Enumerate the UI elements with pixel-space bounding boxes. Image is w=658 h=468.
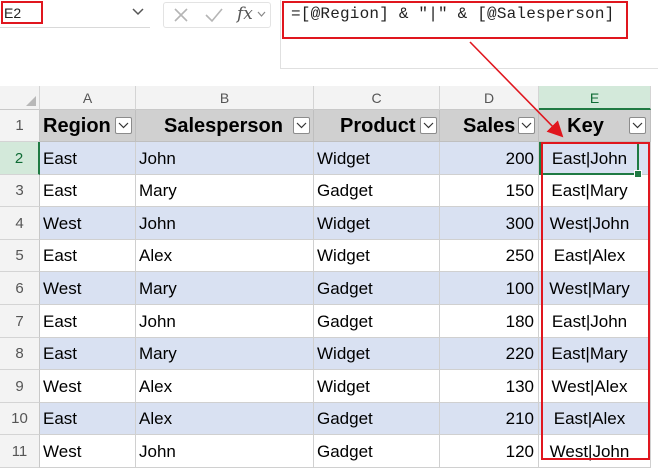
annotation-arrow — [469, 41, 564, 138]
